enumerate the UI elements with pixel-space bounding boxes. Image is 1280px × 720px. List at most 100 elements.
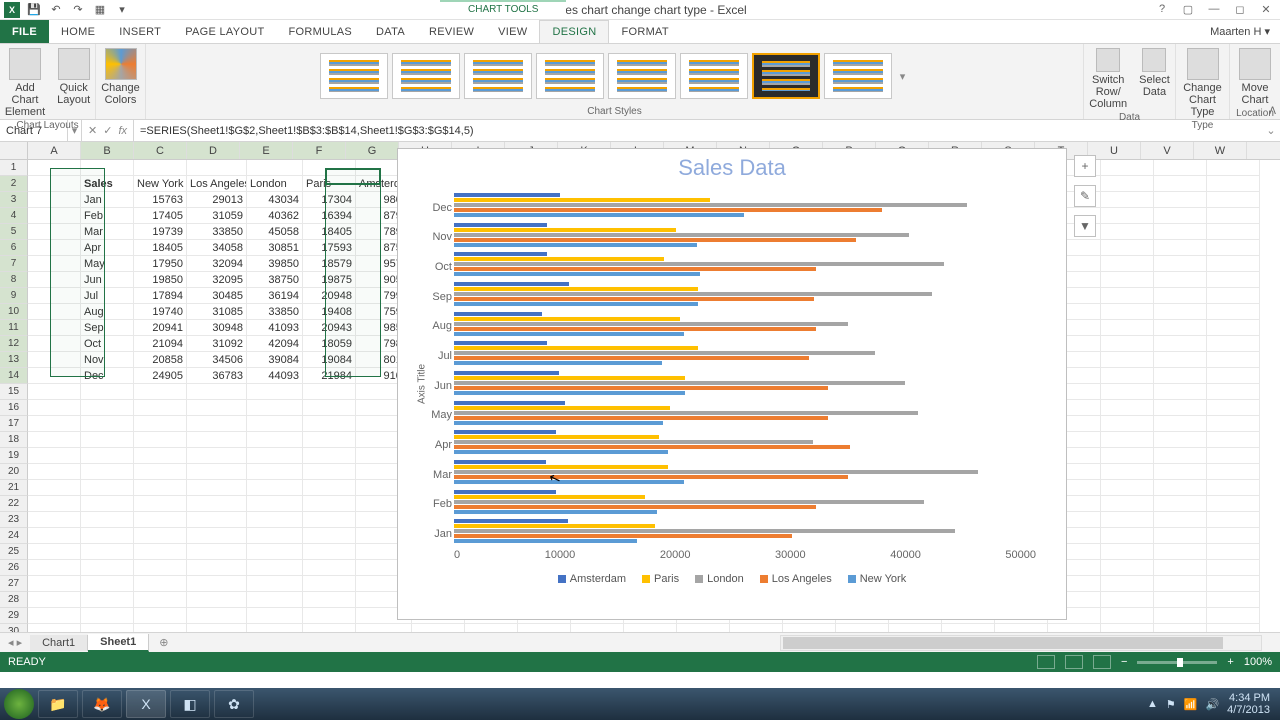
bar[interactable] bbox=[454, 272, 700, 276]
cell[interactable] bbox=[303, 448, 356, 464]
cell[interactable] bbox=[1154, 272, 1207, 288]
cell[interactable] bbox=[1207, 592, 1260, 608]
cell[interactable] bbox=[1154, 560, 1207, 576]
bar[interactable] bbox=[454, 361, 662, 365]
cell[interactable] bbox=[28, 480, 81, 496]
cell[interactable]: 32095 bbox=[187, 272, 247, 288]
network-icon[interactable]: 📶 bbox=[1184, 698, 1198, 711]
bar[interactable] bbox=[454, 435, 659, 439]
cell[interactable] bbox=[1101, 416, 1154, 432]
cell[interactable] bbox=[134, 496, 187, 512]
bar[interactable] bbox=[454, 233, 909, 237]
cell[interactable] bbox=[81, 384, 134, 400]
cell[interactable]: 17593 bbox=[303, 240, 356, 256]
cell[interactable] bbox=[1101, 304, 1154, 320]
ribbon-options-icon[interactable]: ▢ bbox=[1176, 0, 1200, 18]
cell[interactable] bbox=[1207, 208, 1260, 224]
cell[interactable] bbox=[187, 480, 247, 496]
chart-style-thumb[interactable] bbox=[464, 53, 532, 99]
cell[interactable] bbox=[134, 528, 187, 544]
cell[interactable]: 19739 bbox=[134, 224, 187, 240]
cell[interactable] bbox=[1101, 576, 1154, 592]
chart-styles-gallery[interactable]: ▾ bbox=[314, 46, 916, 106]
cell[interactable] bbox=[247, 624, 303, 632]
cell[interactable] bbox=[1207, 176, 1260, 192]
bar[interactable] bbox=[454, 480, 684, 484]
cell[interactable] bbox=[28, 320, 81, 336]
cell[interactable] bbox=[624, 624, 677, 632]
bar-group[interactable] bbox=[454, 282, 1036, 308]
cancel-formula-icon[interactable]: ✕ bbox=[88, 124, 97, 137]
tab-insert[interactable]: INSERT bbox=[107, 20, 173, 43]
start-button[interactable] bbox=[4, 689, 34, 719]
chart-title[interactable]: Sales Data bbox=[398, 149, 1066, 183]
page-layout-view-icon[interactable] bbox=[1065, 655, 1083, 669]
bar[interactable] bbox=[454, 292, 932, 296]
cell[interactable] bbox=[28, 432, 81, 448]
cell[interactable]: New York bbox=[134, 176, 187, 192]
redo-icon[interactable]: ↷ bbox=[70, 2, 86, 18]
row-header[interactable]: 19 bbox=[0, 448, 28, 464]
cell[interactable] bbox=[28, 544, 81, 560]
cell[interactable]: 29013 bbox=[187, 192, 247, 208]
quick-layout-button[interactable]: Quick Layout bbox=[53, 46, 94, 120]
cell[interactable]: 31092 bbox=[187, 336, 247, 352]
bar[interactable] bbox=[454, 322, 848, 326]
cell[interactable] bbox=[1154, 208, 1207, 224]
cell[interactable] bbox=[187, 592, 247, 608]
cell[interactable] bbox=[1207, 512, 1260, 528]
bar[interactable] bbox=[454, 406, 670, 410]
cell[interactable] bbox=[81, 608, 134, 624]
cell[interactable] bbox=[247, 480, 303, 496]
cell[interactable]: 31085 bbox=[187, 304, 247, 320]
bar[interactable] bbox=[454, 539, 637, 543]
cell[interactable] bbox=[1048, 624, 1101, 632]
cell[interactable] bbox=[1207, 160, 1260, 176]
cell[interactable]: 19850 bbox=[134, 272, 187, 288]
cell[interactable]: 19875 bbox=[303, 272, 356, 288]
cell[interactable] bbox=[1207, 560, 1260, 576]
tab-data[interactable]: DATA bbox=[364, 20, 417, 43]
bar[interactable] bbox=[454, 257, 664, 261]
cell[interactable]: May bbox=[81, 256, 134, 272]
cell[interactable] bbox=[134, 592, 187, 608]
bar[interactable] bbox=[454, 223, 547, 227]
cell[interactable] bbox=[28, 368, 81, 384]
cell[interactable] bbox=[942, 624, 995, 632]
row-header[interactable]: 13 bbox=[0, 352, 28, 368]
legend-item[interactable]: Los Angeles bbox=[760, 573, 832, 585]
cell[interactable] bbox=[187, 544, 247, 560]
bar[interactable] bbox=[454, 262, 944, 266]
add-chart-element-button[interactable]: Add Chart Element bbox=[1, 46, 49, 120]
cell[interactable] bbox=[303, 544, 356, 560]
expand-formula-bar-icon[interactable]: ⌄ bbox=[1262, 124, 1280, 137]
cell[interactable] bbox=[1154, 624, 1207, 632]
chart-styles-button[interactable]: ✎ bbox=[1074, 185, 1096, 207]
bar[interactable] bbox=[454, 534, 792, 538]
cell[interactable]: 17894 bbox=[134, 288, 187, 304]
row-header[interactable]: 3 bbox=[0, 192, 28, 208]
row-header[interactable]: 24 bbox=[0, 528, 28, 544]
cell[interactable] bbox=[28, 192, 81, 208]
cell[interactable] bbox=[1101, 224, 1154, 240]
cell[interactable] bbox=[303, 560, 356, 576]
cell[interactable] bbox=[1154, 416, 1207, 432]
cell[interactable] bbox=[1207, 464, 1260, 480]
cell[interactable] bbox=[1101, 448, 1154, 464]
cell[interactable] bbox=[1207, 368, 1260, 384]
cell[interactable]: 21094 bbox=[134, 336, 187, 352]
tab-review[interactable]: REVIEW bbox=[417, 20, 486, 43]
cell[interactable] bbox=[1154, 512, 1207, 528]
cell[interactable] bbox=[1101, 480, 1154, 496]
system-tray[interactable]: ▲ ⚑ 📶 🔊 4:34 PM4/7/2013 bbox=[1147, 692, 1276, 716]
cell[interactable] bbox=[81, 624, 134, 632]
change-chart-type-button[interactable]: Change Chart Type bbox=[1179, 46, 1226, 120]
cell[interactable] bbox=[28, 400, 81, 416]
zoom-slider[interactable] bbox=[1137, 661, 1217, 664]
cell[interactable] bbox=[134, 480, 187, 496]
cell[interactable] bbox=[518, 624, 571, 632]
cell[interactable] bbox=[1154, 224, 1207, 240]
cell[interactable] bbox=[303, 416, 356, 432]
row-header[interactable]: 10 bbox=[0, 304, 28, 320]
cell[interactable] bbox=[730, 624, 783, 632]
